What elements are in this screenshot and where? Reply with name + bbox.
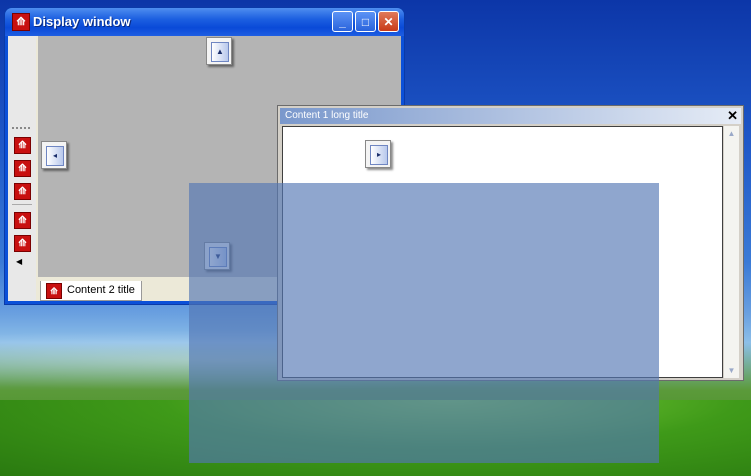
toolbar-icon-3[interactable]: ⟰	[14, 183, 31, 200]
dock-right-button[interactable]: ▸	[365, 140, 391, 168]
window-title: Display window	[33, 14, 131, 29]
toolbar-icon-1[interactable]: ⟰	[14, 137, 31, 154]
close-button[interactable]: ✕	[378, 11, 399, 32]
maximize-button[interactable]: □	[355, 11, 376, 32]
floating-window-title: Content 1 long title	[285, 110, 369, 121]
toolbar-icon-4[interactable]: ⟰	[14, 212, 31, 229]
floating-close-button[interactable]: ✕	[727, 108, 738, 124]
dock-left-icon: ◂	[46, 146, 64, 166]
tab-app-icon: ⟰	[46, 283, 62, 299]
dock-preview-overlay	[189, 183, 659, 463]
minimize-button[interactable]: _	[332, 11, 353, 32]
scroll-down-icon[interactable]: ▼	[724, 363, 739, 378]
toolbar-separator	[12, 204, 32, 205]
tab-content-2[interactable]: ⟰ Content 2 title	[40, 281, 142, 301]
dock-right-icon: ▸	[370, 145, 388, 165]
dock-top-button[interactable]: ▲	[206, 37, 232, 65]
dock-left-button[interactable]: ◂	[41, 141, 67, 169]
app-red-icon[interactable]: ⟰	[12, 13, 30, 31]
toolbar-icon-5[interactable]: ⟰	[14, 235, 31, 252]
dock-top-icon: ▲	[211, 42, 229, 62]
toolbar-icon-2[interactable]: ⟰	[14, 160, 31, 177]
floating-title-bar[interactable]: Content 1 long title ✕	[280, 108, 741, 124]
toolbar-grip[interactable]	[12, 127, 32, 129]
toolbar-overflow-icon[interactable]: ◀	[16, 257, 22, 266]
tab-label: Content 2 title	[67, 284, 135, 296]
toolbar-sidebar: ⟰ ⟰ ⟰ ⟰ ⟰ ◀	[8, 36, 36, 301]
scroll-up-icon[interactable]: ▲	[724, 126, 739, 141]
title-bar[interactable]: ⟰ Display window _ □ ✕	[5, 8, 404, 36]
vertical-scrollbar[interactable]: ▲ ▼	[724, 126, 739, 378]
